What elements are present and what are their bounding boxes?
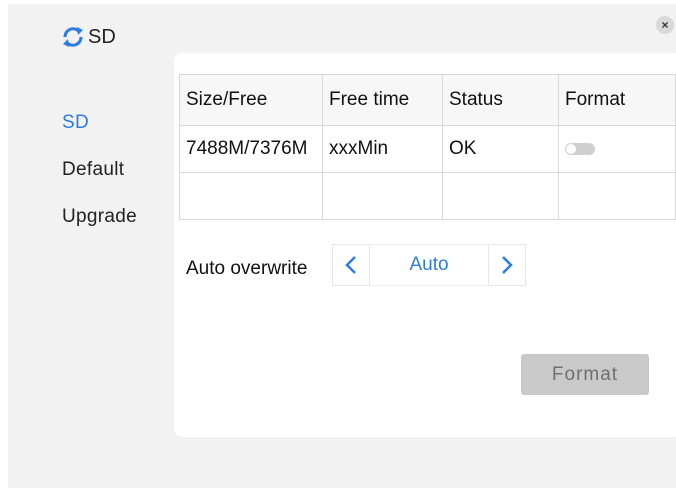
header-format: Format — [558, 74, 676, 126]
empty-cell — [442, 172, 559, 220]
close-button[interactable]: × — [656, 16, 674, 34]
cell-size-free: 7488M/7376M — [179, 125, 323, 173]
header-free-time: Free time — [322, 74, 443, 126]
prev-option-button[interactable] — [332, 244, 370, 286]
sidebar: SD Default Upgrade — [62, 108, 137, 249]
next-option-button[interactable] — [488, 244, 526, 286]
sidebar-item-default[interactable]: Default — [62, 155, 137, 202]
toggle-knob — [566, 143, 576, 154]
header-status: Status — [442, 74, 559, 126]
sd-settings-dialog: × SD SD Default Upgrade Size/Free Free t… — [8, 4, 676, 488]
empty-cell — [558, 172, 676, 220]
sidebar-item-sd[interactable]: SD — [62, 108, 137, 155]
cell-format — [558, 125, 676, 173]
sidebar-item-upgrade[interactable]: Upgrade — [62, 202, 137, 249]
table-row: 7488M/7376M xxxMin OK — [179, 125, 676, 173]
format-toggle[interactable] — [565, 142, 595, 155]
auto-overwrite-value: Auto — [370, 244, 488, 286]
chevron-right-icon — [502, 256, 513, 274]
auto-overwrite-label: Auto overwrite — [186, 258, 308, 279]
format-button[interactable]: Format — [521, 354, 649, 395]
empty-cell — [322, 172, 443, 220]
cell-free-time: xxxMin — [322, 125, 443, 173]
header-size-free: Size/Free — [179, 74, 323, 126]
app-title-label: SD — [88, 25, 116, 48]
sd-panel: Size/Free Free time Status Format 7488M/… — [174, 53, 676, 437]
empty-cell — [179, 172, 323, 220]
app-title: SD — [60, 24, 116, 50]
chevron-left-icon — [345, 256, 356, 274]
table-header-row: Size/Free Free time Status Format — [179, 74, 676, 126]
cell-status: OK — [442, 125, 559, 173]
table-row — [179, 172, 676, 220]
auto-overwrite-selector: Auto — [332, 244, 526, 286]
refresh-circle-icon — [63, 27, 83, 47]
sd-status-table: Size/Free Free time Status Format 7488M/… — [179, 74, 676, 220]
